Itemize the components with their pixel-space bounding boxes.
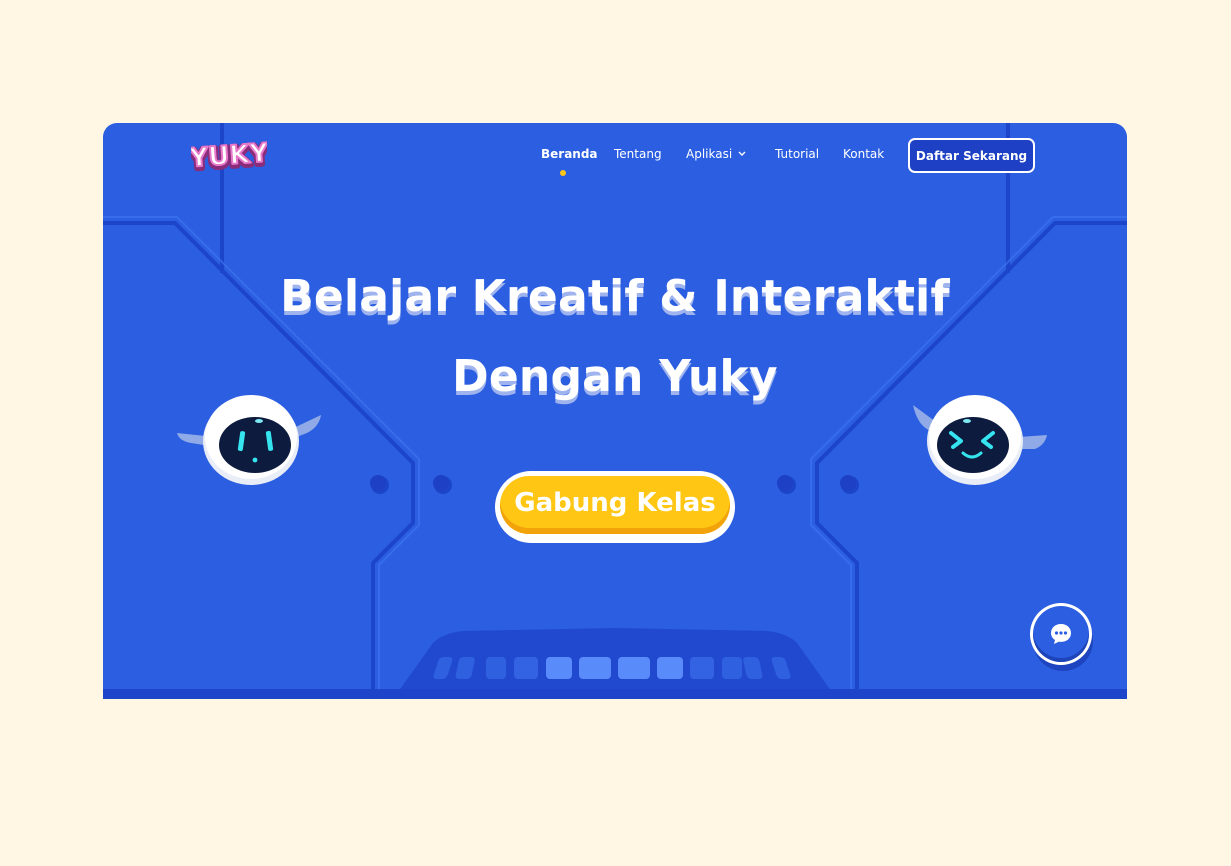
hero-section: YUKY YUKY Beranda Tentang Aplikasi Tutor… [103, 123, 1127, 699]
join-class-label: Gabung Kelas [500, 476, 730, 534]
nav-kontak[interactable]: Kontak [843, 147, 884, 161]
active-indicator [560, 170, 566, 176]
nav-aplikasi[interactable]: Aplikasi [686, 147, 746, 161]
nav-aplikasi-label: Aplikasi [686, 147, 733, 161]
register-button[interactable]: Daftar Sekarang [908, 138, 1035, 173]
nav-tutorial[interactable]: Tutorial [775, 147, 819, 161]
robot-mascot-right [913, 395, 1047, 485]
chat-bubble-icon [1033, 606, 1089, 662]
robot-mascot-left [177, 395, 321, 485]
join-class-button[interactable]: Gabung Kelas [495, 471, 735, 543]
hero-title-line1: Belajar Kreatif & Interaktif [280, 271, 950, 322]
chevron-down-icon [738, 150, 746, 160]
nav-tentang[interactable]: Tentang [614, 147, 662, 161]
nav-beranda[interactable]: Beranda [541, 147, 598, 161]
chat-button[interactable] [1030, 603, 1092, 665]
